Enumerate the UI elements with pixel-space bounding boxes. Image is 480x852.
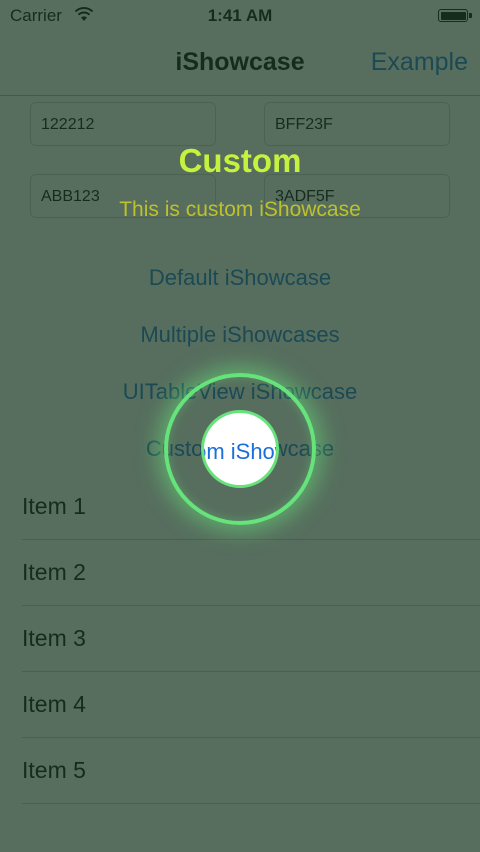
clock: 1:41 AM <box>207 6 273 25</box>
status-bar: Carrier 1:41 AM <box>0 0 480 32</box>
battery-icon <box>438 9 472 22</box>
row-label: Item 2 <box>22 559 86 585</box>
color-field-1[interactable]: 122212 <box>30 102 216 146</box>
row-label: Item 5 <box>22 757 86 783</box>
navigation-bar: iShowcase Example <box>0 32 480 96</box>
multiple-ishowcases-button[interactable]: Multiple iShowcases <box>0 322 480 348</box>
row-label: Item 3 <box>22 625 86 651</box>
row-label: Item 4 <box>22 691 86 717</box>
showcase-title: Custom <box>178 142 302 179</box>
table-row[interactable]: Item 2 <box>22 540 480 606</box>
row-label: Item 1 <box>22 493 86 519</box>
table-row[interactable]: Item 3 <box>22 606 480 672</box>
app-screen: Carrier 1:41 AM iShowcase Example 122212… <box>0 0 480 852</box>
example-button[interactable]: Example <box>371 48 468 77</box>
highlighted-button-label: Custom iShowcase <box>204 439 276 464</box>
showcase-highlight[interactable]: Custom iShowcase <box>201 410 279 488</box>
default-ishowcase-button[interactable]: Default iShowcase <box>0 265 480 291</box>
color-field-2[interactable]: BFF23F <box>264 102 450 146</box>
table-row[interactable]: Item 4 <box>22 672 480 738</box>
table-row[interactable]: Item 5 <box>22 738 480 804</box>
showcase-description: This is custom iShowcase <box>119 198 361 221</box>
